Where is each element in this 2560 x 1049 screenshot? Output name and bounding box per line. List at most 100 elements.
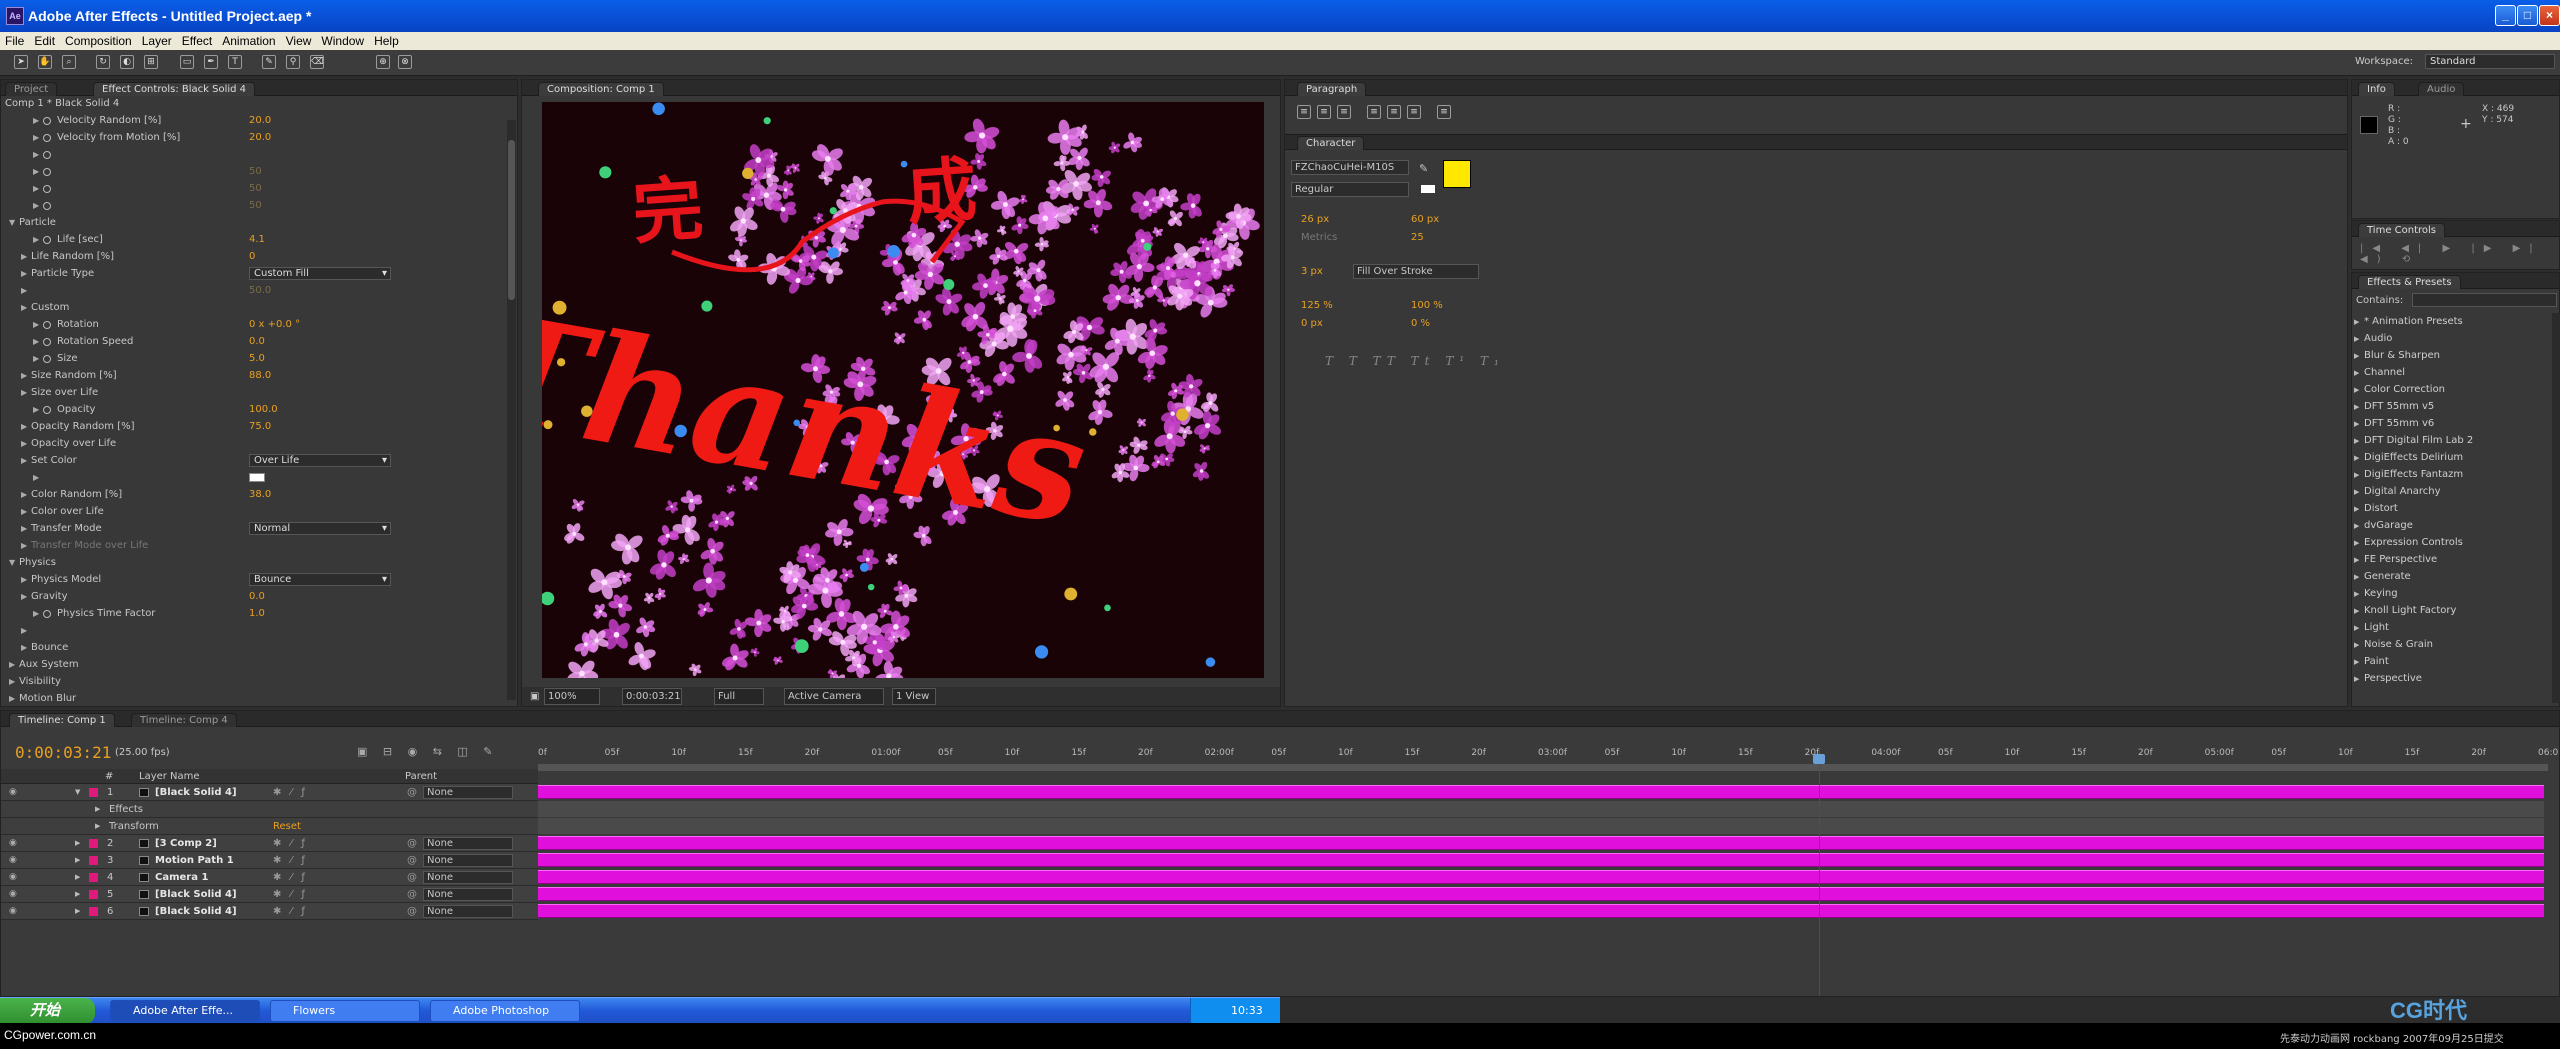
property-value[interactable]: 50 — [249, 197, 262, 214]
disclosure-triangle-icon[interactable]: ▶ — [9, 656, 15, 673]
workspace-select[interactable]: Standard — [2425, 54, 2555, 69]
disclosure-triangle-icon[interactable]: ▶ — [33, 129, 39, 146]
effects-category-item[interactable]: ▶ Perspective — [2354, 670, 2544, 687]
font-style-select[interactable]: Regular — [1291, 182, 1409, 197]
expand-triangle-icon[interactable]: ▶ — [2354, 467, 2364, 484]
expand-triangle-icon[interactable]: ▶ — [2354, 501, 2364, 518]
zoom-select[interactable]: 100% — [544, 688, 600, 705]
menu-effect[interactable]: Effect — [177, 34, 217, 48]
property-value[interactable]: 88.0 — [249, 367, 271, 384]
eyedropper-icon[interactable]: ✎ — [1419, 162, 1428, 175]
effect-property-row[interactable]: ▶ 50 — [1, 197, 509, 214]
effect-property-row[interactable]: ▶ Particle Type Custom Fill — [1, 265, 509, 282]
stopwatch-icon[interactable] — [43, 321, 51, 329]
task-flowers-folder[interactable]: Flowers — [270, 1000, 420, 1022]
tab-effect-controls[interactable]: Effect Controls: Black Solid 4 — [93, 82, 256, 96]
justify-left-icon[interactable]: ≡ — [1367, 105, 1381, 119]
task-after-effects[interactable]: Adobe After Effe... — [110, 1000, 260, 1022]
time-indicator-handle[interactable] — [1813, 754, 1825, 764]
effects-category-item[interactable]: ▶ Blur & Sharpen — [2354, 347, 2544, 364]
text-style-buttons[interactable]: T T TT Tt T¹ T₁ — [1325, 354, 1505, 368]
layer-expand-icon[interactable]: ▶ — [75, 835, 80, 852]
expand-triangle-icon[interactable]: ▶ — [2354, 348, 2364, 365]
comp-viewer[interactable]: 完 成 Thanks — [542, 102, 1264, 678]
effect-property-row[interactable]: ▶ — [1, 622, 509, 639]
menu-edit[interactable]: Edit — [29, 34, 60, 48]
world-axis-icon[interactable]: ⊗ — [398, 55, 412, 69]
parent-select[interactable]: None — [423, 786, 513, 799]
effect-property-row[interactable]: ▶ Size Random [%] 88.0 — [1, 367, 509, 384]
stopwatch-icon[interactable] — [43, 151, 51, 159]
current-timecode[interactable]: 0:00:03:21 — [15, 743, 111, 762]
layer-switch-icons[interactable]: ✱ ⁄ ƒ — [273, 903, 308, 920]
disclosure-triangle-icon[interactable]: ▶ — [21, 282, 27, 299]
property-dropdown[interactable]: Normal — [249, 522, 391, 535]
effects-category-item[interactable]: ▶ DFT Digital Film Lab 2 — [2354, 432, 2544, 449]
effects-category-item[interactable]: ▶ Light — [2354, 619, 2544, 636]
effects-category-item[interactable]: ▶ DFT 55mm v6 — [2354, 415, 2544, 432]
layer-expand-icon[interactable]: ▶ — [75, 852, 80, 869]
effect-property-row[interactable]: ▶ Life [sec] 4.1 — [1, 231, 509, 248]
align-center-icon[interactable]: ≡ — [1317, 105, 1331, 119]
layer-row[interactable]: ◉ ▶ 2 [3 Comp 2] ✱ ⁄ ƒ @ None — [1, 835, 538, 852]
justify-all-icon[interactable]: ≡ — [1437, 105, 1451, 119]
align-right-icon[interactable]: ≡ — [1337, 105, 1351, 119]
layer-expand-icon[interactable]: ▼ — [75, 784, 80, 801]
disclosure-triangle-icon[interactable]: ▶ — [21, 435, 27, 452]
tab-info[interactable]: Info — [2358, 82, 2395, 96]
menu-layer[interactable]: Layer — [137, 34, 177, 48]
label-color-swatch[interactable] — [89, 907, 98, 916]
zoom-tool-icon[interactable]: ⌕ — [62, 55, 76, 69]
effect-property-row[interactable]: ▶ Aux System — [1, 656, 509, 673]
disclosure-triangle-icon[interactable]: ▶ — [33, 333, 39, 350]
label-color-swatch[interactable] — [89, 890, 98, 899]
disclosure-triangle-icon[interactable]: ▶ — [21, 299, 27, 316]
menu-file[interactable]: File — [0, 34, 29, 48]
reset-link[interactable]: Reset — [273, 818, 301, 835]
expand-triangle-icon[interactable]: ▶ — [2354, 382, 2364, 399]
effect-property-row[interactable]: ▶ Size 5.0 — [1, 350, 509, 367]
camera-select[interactable]: Active Camera — [784, 688, 884, 705]
time-ruler[interactable]: 0f 05f 10f 15f 20f 01:00f 05f 10f 15f 20f 02:00f 05… — [538, 743, 2558, 765]
layer-name[interactable]: [Black Solid 4] — [155, 886, 237, 903]
layer-name[interactable]: Camera 1 — [155, 869, 208, 886]
effects-category-item[interactable]: ▶ DFT 55mm v5 — [2354, 398, 2544, 415]
label-color-swatch[interactable] — [89, 873, 98, 882]
fill-color-swatch[interactable] — [1443, 160, 1471, 188]
layer-name[interactable]: [Black Solid 4] — [155, 903, 237, 920]
effect-property-row[interactable]: ▶ Motion Blur — [1, 690, 509, 702]
current-time-indicator[interactable] — [1819, 751, 1820, 996]
disclosure-triangle-icon[interactable]: ▶ — [33, 316, 39, 333]
effect-property-row[interactable]: ▶ Velocity from Motion [%] 20.0 — [1, 129, 509, 146]
stopwatch-icon[interactable] — [43, 355, 51, 363]
stopwatch-icon[interactable] — [43, 610, 51, 618]
layer-row[interactable]: ◉ ▶ 3 Motion Path 1 ✱ ⁄ ƒ @ None — [1, 852, 538, 869]
rotation-tool-icon[interactable]: ↻ — [96, 55, 110, 69]
expand-triangle-icon[interactable]: ▶ — [2354, 586, 2364, 603]
property-value[interactable]: 4.1 — [249, 231, 265, 248]
font-family-select[interactable]: FZChaoCuHei-M10S — [1291, 160, 1409, 175]
disclosure-triangle-icon[interactable]: ▶ — [21, 537, 27, 554]
property-value[interactable]: 50 — [249, 163, 262, 180]
effect-property-row[interactable]: ▶ Size over Life — [1, 384, 509, 401]
disclosure-triangle-icon[interactable]: ▼ — [9, 554, 15, 571]
tracking-value[interactable]: 25 — [1411, 232, 1424, 243]
layer-property-group[interactable]: ▶ Effects — [1, 801, 538, 818]
parent-pickwhip-icon[interactable]: @ — [407, 784, 417, 801]
disclosure-triangle-icon[interactable]: ▶ — [33, 231, 39, 248]
label-color-swatch[interactable] — [89, 839, 98, 848]
text-tool-icon[interactable]: T — [228, 55, 242, 69]
tab-timeline-comp4[interactable]: Timeline: Comp 4 — [131, 713, 237, 727]
visibility-eye-icon[interactable]: ◉ — [9, 835, 17, 852]
orbit-camera-tool-icon[interactable]: ◐ — [120, 55, 134, 69]
layer-expand-icon[interactable]: ▶ — [75, 869, 80, 886]
disclosure-triangle-icon[interactable]: ▶ — [21, 384, 27, 401]
disclosure-triangle-icon[interactable]: ▶ — [21, 520, 27, 537]
disclosure-triangle-icon[interactable]: ▶ — [21, 418, 27, 435]
layer-duration-bar[interactable] — [538, 785, 2544, 799]
tab-character[interactable]: Character — [1297, 136, 1365, 150]
tab-audio[interactable]: Audio — [2418, 82, 2465, 96]
effects-category-item[interactable]: ▶ Color Correction — [2354, 381, 2544, 398]
effect-property-row[interactable]: ▶ Opacity Random [%] 75.0 — [1, 418, 509, 435]
visibility-eye-icon[interactable]: ◉ — [9, 784, 17, 801]
